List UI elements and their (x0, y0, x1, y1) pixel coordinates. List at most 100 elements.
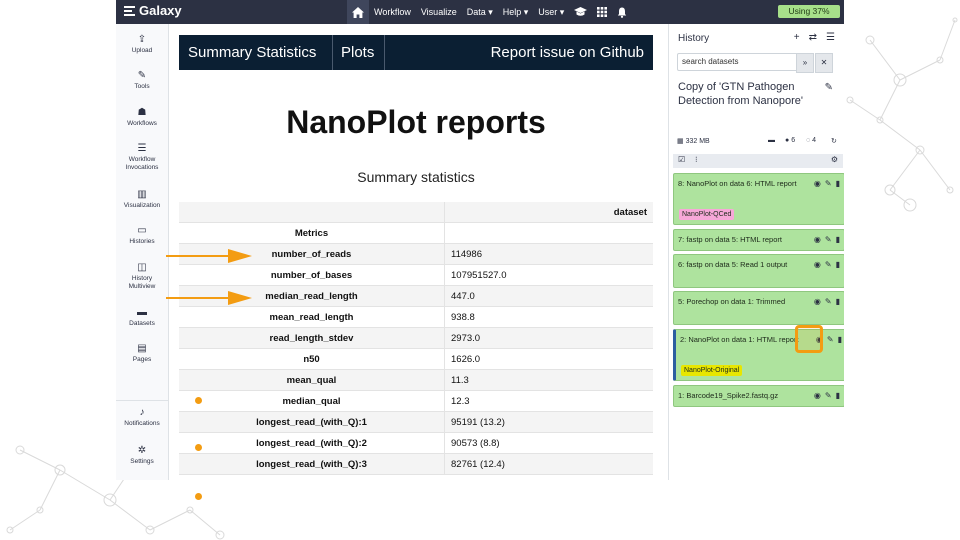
metrics-header-row: Metrics (179, 222, 653, 244)
annotation-dot (195, 493, 202, 500)
dataset-item[interactable]: 1: Barcode19_Spike2.fastq.gz ◉ ✎ ▮ (673, 385, 844, 407)
trash-icon[interactable]: ▮ (836, 259, 840, 270)
galaxy-logo[interactable]: Galaxy (124, 3, 182, 18)
hidden-count[interactable]: ◌ 4 (806, 137, 816, 144)
quota-meter[interactable]: Using 37% (778, 5, 840, 18)
metrics-header: Metrics (179, 222, 445, 244)
activity-workflows[interactable]: ☗ Workflows (116, 108, 168, 128)
nav-user[interactable]: User ▾ (533, 0, 569, 24)
dataset-tag[interactable]: NanoPlot-QCed (679, 209, 735, 220)
galaxy-logo-icon (124, 5, 135, 16)
advanced-search-icon[interactable]: » (796, 53, 814, 73)
filter-settings-icon[interactable]: ⚙ (831, 155, 838, 164)
pencil-icon[interactable]: ✎ (827, 334, 834, 345)
grid-icon[interactable] (592, 0, 612, 24)
activity-label: Tools (134, 83, 150, 90)
pencil-icon[interactable]: ✎ (825, 390, 832, 401)
create-history-icon[interactable]: + (794, 32, 800, 43)
eye-icon[interactable]: ◉ (814, 234, 821, 245)
nav-workflow[interactable]: Workflow (369, 0, 416, 24)
trash-icon[interactable]: ▮ (836, 390, 840, 401)
activity-pages[interactable]: ▤ Pages (116, 344, 168, 364)
activity-datasets[interactable]: ▬ Datasets (116, 308, 168, 328)
nav-help[interactable]: Help ▾ (498, 0, 534, 24)
eye-icon[interactable]: ◉ (814, 259, 821, 270)
activity-label: Notifications (124, 420, 160, 427)
metric-name: longest_read_(with_Q):2 (179, 432, 445, 454)
switch-history-icon[interactable]: ⇄ (809, 32, 817, 43)
chart-icon: ▥ (137, 189, 147, 200)
cog-icon: ✲ (137, 445, 147, 456)
hidden-count-value: 4 (812, 137, 817, 144)
eye-icon[interactable]: ◉ (814, 296, 821, 307)
metric-name: n50 (179, 348, 445, 370)
report-issue-link[interactable]: Report issue on Github (482, 35, 653, 70)
activity-visualization[interactable]: ▥ Visualization (116, 190, 168, 210)
selection-bar: ☑ ⁝ ⚙ (673, 154, 843, 168)
activity-divider (116, 400, 168, 401)
home-icon[interactable] (347, 0, 369, 24)
dataset-item[interactable]: 8: NanoPlot on data 6: HTML report ◉ ✎ ▮ N… (673, 173, 844, 225)
file-icon: ▤ (137, 343, 147, 354)
metric-value: 2973.0 (444, 327, 653, 349)
upload-icon: ⇪ (137, 34, 147, 45)
activity-settings[interactable]: ✲ Settings (116, 446, 168, 466)
nav-data[interactable]: Data ▾ (462, 0, 498, 24)
metric-name: mean_qual (179, 369, 445, 391)
pencil-icon[interactable]: ✎ (825, 259, 832, 270)
activity-label: Datasets (129, 320, 155, 327)
trash-icon[interactable]: ▮ (838, 334, 842, 345)
trash-icon[interactable]: ▮ (836, 234, 840, 245)
edit-history-icon[interactable]: ✎ (825, 82, 833, 93)
metric-name: read_length_stdev (179, 327, 445, 349)
collapse-icon[interactable]: ⁝ (695, 155, 698, 164)
tab-summary-statistics[interactable]: Summary Statistics (179, 35, 325, 70)
dataset-item[interactable]: 5: Porechop on data 1: Trimmed ◉ ✎ ▮ (673, 291, 844, 325)
history-size[interactable]: ▦ 332 MB (677, 137, 710, 145)
annotation-dot (195, 397, 202, 404)
table-header-row: dataset (179, 202, 653, 223)
refresh-icon[interactable]: ↻ (831, 137, 837, 145)
table-row: read_length_stdev 2973.0 (179, 327, 653, 349)
activity-history-multiview[interactable]: ◫ History Multiview (116, 263, 168, 291)
dataset-title: 7: fastp on data 5: HTML report (678, 235, 782, 244)
graduation-cap-icon[interactable] (569, 0, 592, 24)
dataset-actions: ◉ ✎ ▮ (814, 178, 840, 189)
dataset-title: 1: Barcode19_Spike2.fastq.gz (678, 391, 779, 400)
pencil-icon[interactable]: ✎ (825, 234, 832, 245)
pencil-icon[interactable]: ✎ (825, 296, 832, 307)
metric-value: 95191 (13.2) (444, 411, 653, 433)
metric-name: mean_read_length (179, 306, 445, 328)
trash-icon[interactable]: ▮ (836, 178, 840, 189)
dataset-tag[interactable]: NanoPlot-Original (681, 365, 743, 376)
storage-icon[interactable]: ▬ (768, 137, 775, 144)
activity-notifications[interactable]: ♪ Notifications (116, 408, 168, 428)
activity-histories[interactable]: ▭ Histories (116, 226, 168, 246)
activity-tools[interactable]: ✎ Tools (116, 71, 168, 91)
table-row: longest_read_(with_Q):1 95191 (13.2) (179, 411, 653, 433)
activity-label: Workflows (127, 120, 157, 127)
nav-visualize[interactable]: Visualize (416, 0, 462, 24)
eye-icon[interactable]: ◉ (814, 178, 821, 189)
activity-workflow-invocations[interactable]: ☰ Workflow Invocations (116, 144, 168, 172)
folder-icon: ▬ (137, 307, 147, 318)
metric-value: 114986 (444, 243, 653, 265)
pencil-icon[interactable]: ✎ (825, 178, 832, 189)
shown-count[interactable]: ● 6 (785, 137, 795, 144)
metric-value: 82761 (12.4) (444, 453, 653, 475)
history-name: Copy of 'GTN Pathogen Detection from Nan… (678, 81, 803, 107)
select-all-icon[interactable]: ☑ (678, 155, 685, 164)
table-row: longest_read_(with_Q):3 82761 (12.4) (179, 453, 653, 475)
clear-search-icon[interactable]: ✕ (815, 53, 833, 73)
history-search-input[interactable]: search datasets (677, 53, 805, 71)
trash-icon[interactable]: ▮ (836, 296, 840, 307)
bell-icon: ♪ (139, 407, 145, 418)
dataset-item[interactable]: 7: fastp on data 5: HTML report ◉ ✎ ▮ (673, 229, 844, 251)
dataset-title: 5: Porechop on data 1: Trimmed (678, 297, 786, 306)
tab-plots[interactable]: Plots (332, 35, 383, 70)
eye-icon[interactable]: ◉ (814, 390, 821, 401)
activity-upload[interactable]: ⇪ Upload (116, 35, 168, 55)
dataset-item[interactable]: 6: fastp on data 5: Read 1 output ◉ ✎ ▮ (673, 254, 844, 288)
bell-icon[interactable] (612, 0, 632, 24)
history-menu-icon[interactable]: ☰ (826, 32, 835, 43)
